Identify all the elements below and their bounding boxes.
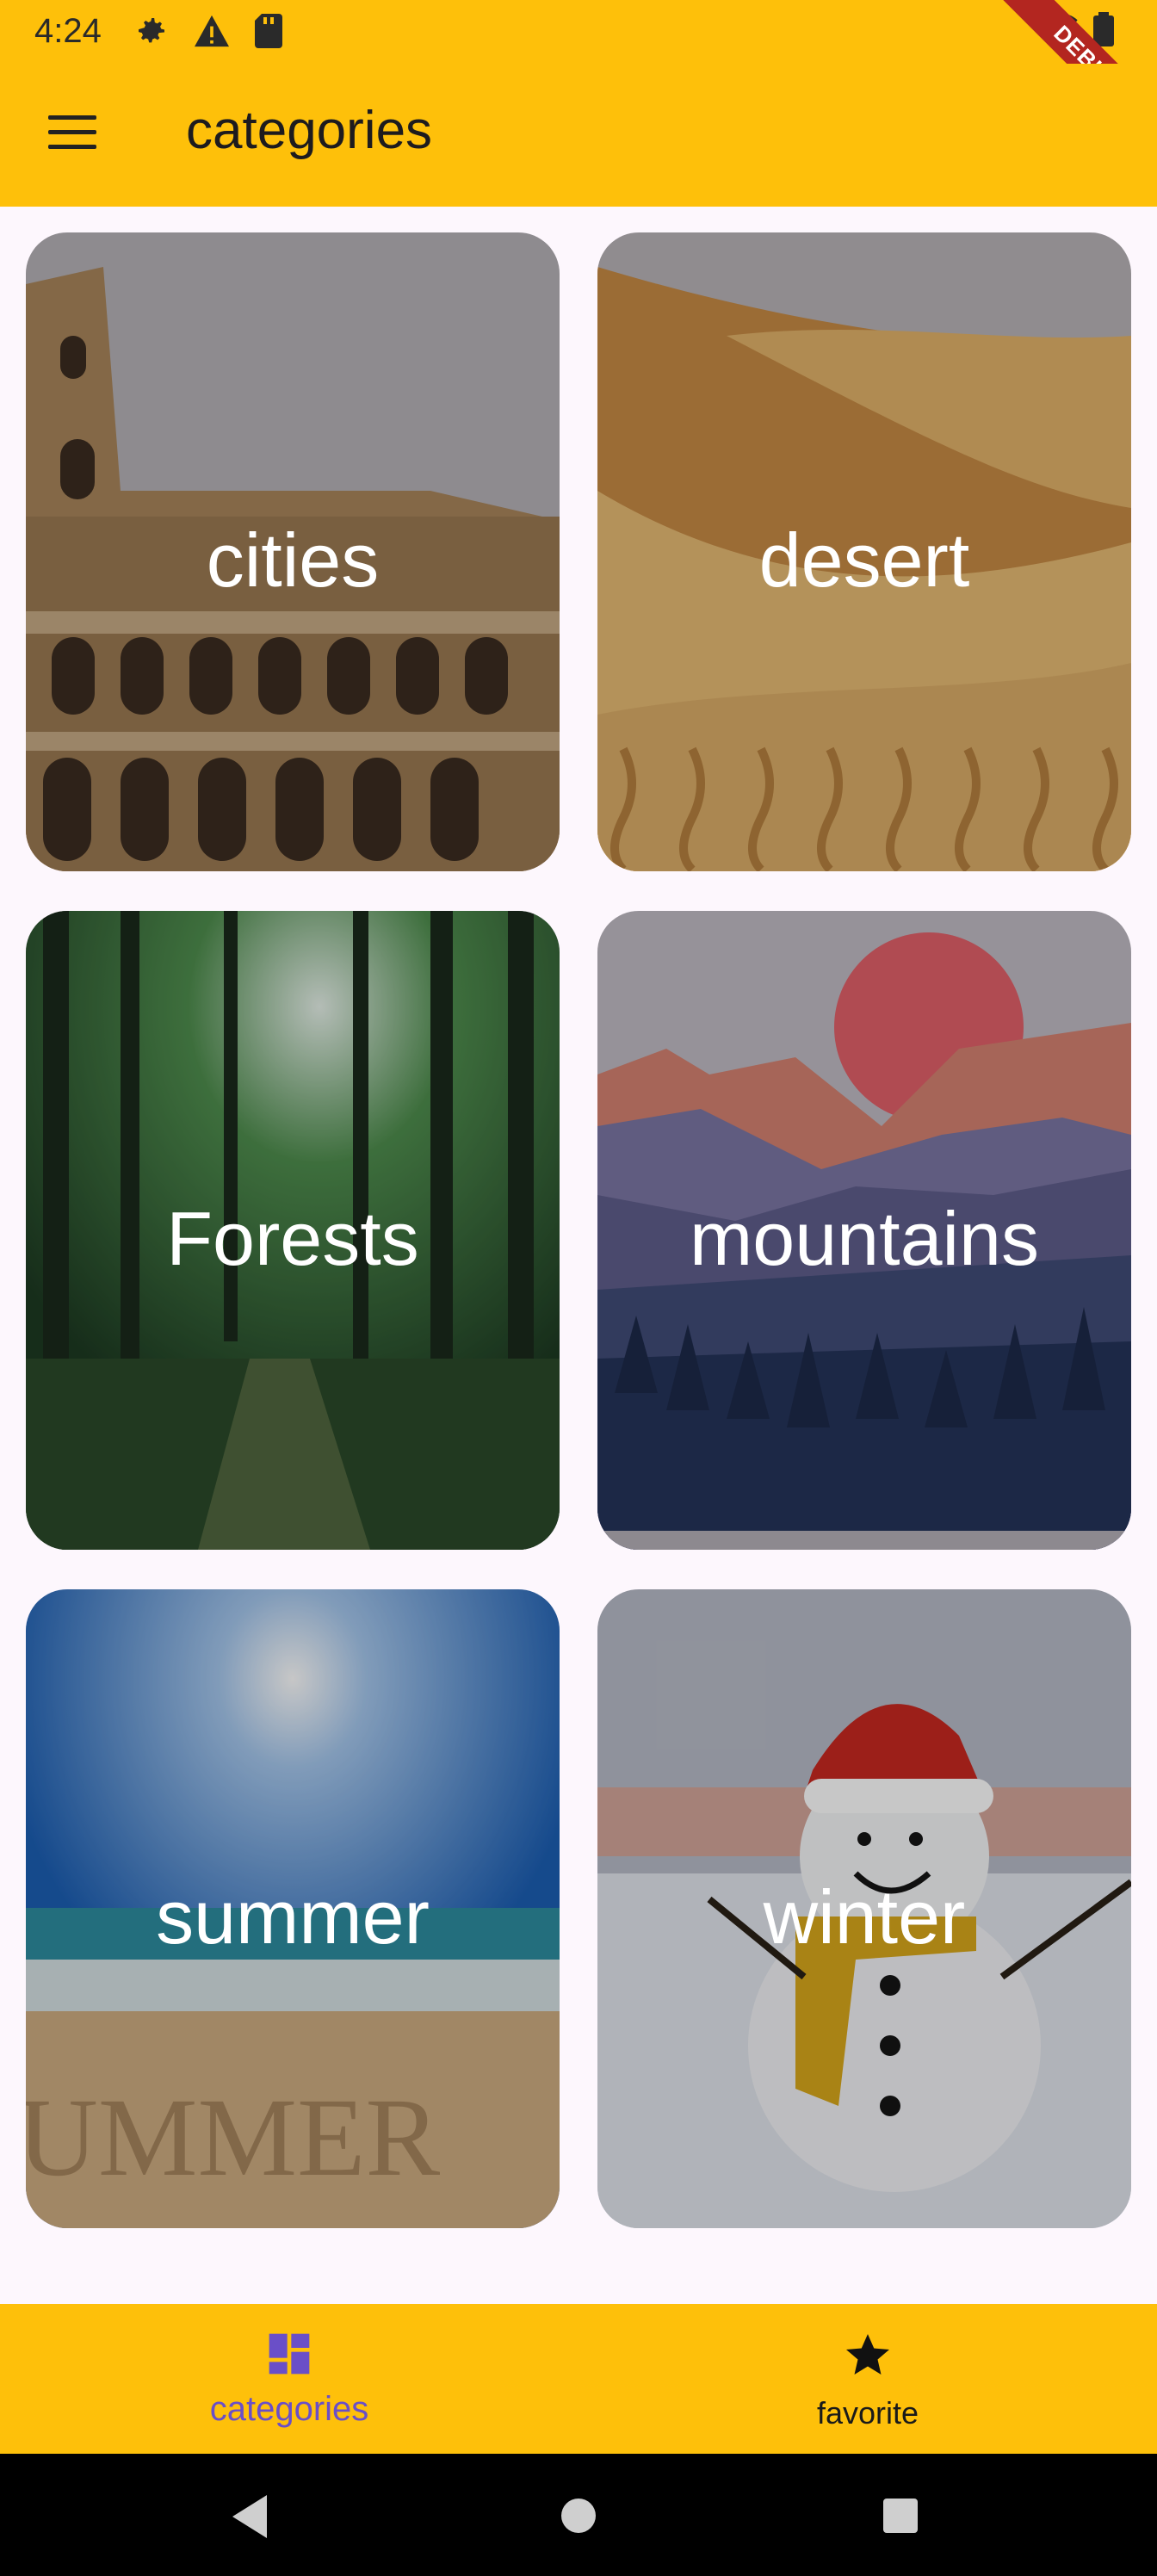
nav-item-categories[interactable]: categories <box>0 2304 578 2454</box>
sd-card-icon <box>255 14 282 48</box>
nav-label-categories: categories <box>209 2390 369 2428</box>
home-icon[interactable] <box>560 2497 597 2535</box>
recents-icon[interactable] <box>882 2497 919 2535</box>
category-card-winter[interactable]: winter <box>597 1589 1131 2228</box>
category-label: cities <box>206 517 380 603</box>
category-card-forests[interactable]: Forests <box>26 911 560 1550</box>
category-card-desert[interactable]: desert <box>597 232 1131 871</box>
category-label: Forests <box>166 1196 419 1281</box>
status-time: 4:24 <box>34 12 102 50</box>
back-icon[interactable] <box>232 2495 270 2538</box>
star-icon <box>846 2334 889 2375</box>
status-bar: 4:24 <box>0 0 1157 64</box>
warning-icon <box>195 15 229 47</box>
category-card-cities[interactable]: cities <box>26 232 560 871</box>
nav-label-favorite: favorite <box>816 2395 919 2430</box>
status-notification-icons <box>134 12 282 50</box>
page-title: categories <box>186 101 433 160</box>
category-grid: cities desert Forests mountains UMMER su… <box>26 232 1131 2228</box>
app-bar <box>0 64 1157 207</box>
category-label: desert <box>758 517 970 603</box>
settings-gear-icon <box>139 18 164 43</box>
dashboard-icon <box>269 2333 310 2375</box>
category-label: mountains <box>689 1196 1039 1281</box>
category-card-summer[interactable]: UMMER summer <box>26 1589 560 2228</box>
system-navigation-bar <box>0 2454 1157 2576</box>
category-label: winter <box>763 1874 966 1960</box>
bottom-navigation: categories favorite <box>0 2304 1157 2454</box>
nav-item-favorite[interactable]: favorite <box>578 2304 1157 2454</box>
category-card-mountains[interactable]: mountains <box>597 911 1131 1550</box>
category-label: summer <box>156 1874 430 1960</box>
hamburger-menu-icon[interactable] <box>48 115 96 153</box>
